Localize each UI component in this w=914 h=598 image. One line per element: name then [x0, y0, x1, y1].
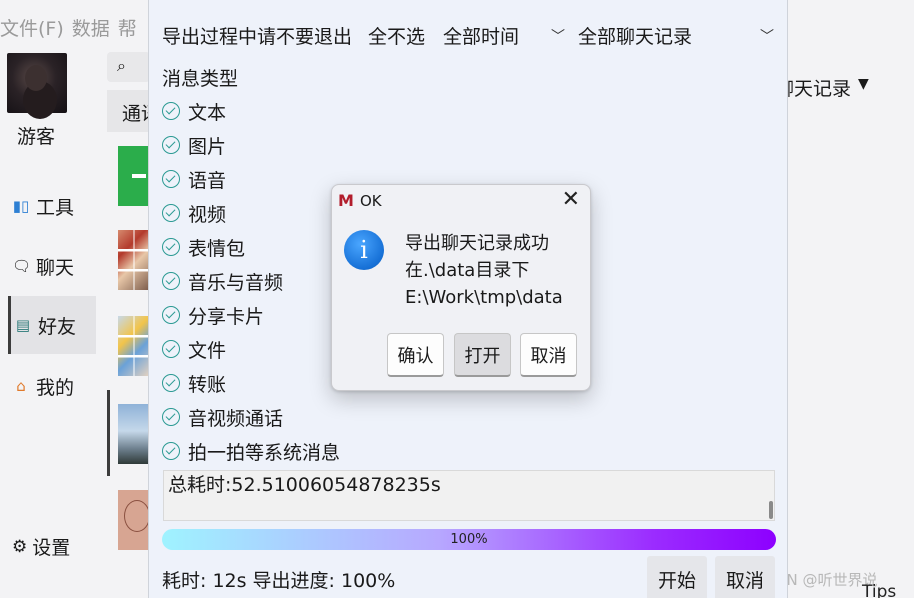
export-options-row: 导出过程中请不要退出 全不选 全部时间 ﹀ 全部聊天记录 ﹀	[162, 22, 774, 49]
type-checkbox-system[interactable]: 拍一拍等系统消息	[162, 434, 340, 468]
cancel-button[interactable]: 取消	[715, 556, 775, 598]
footer-status: 耗时: 12s 导出进度: 100%	[162, 570, 396, 592]
type-label: 图片	[188, 135, 227, 158]
sidebar-item-label: 我的	[36, 376, 75, 399]
sidebar-item-contacts[interactable]: ▤ 好友	[8, 296, 96, 354]
message-line: 导出聊天记录成功	[405, 233, 549, 254]
message-box-titlebar[interactable]: M OK ✕	[332, 185, 590, 217]
contact-avatar[interactable]	[118, 146, 150, 206]
ok-message-box: M OK ✕ i 导出聊天记录成功 在.\data目录下 E:\Work\tmp…	[331, 184, 591, 391]
avatar[interactable]	[7, 53, 67, 113]
contact-avatar[interactable]	[118, 404, 150, 464]
confirm-button[interactable]: 确认	[387, 333, 444, 377]
tools-icon: ▮▯	[12, 197, 30, 215]
type-checkbox-share-card[interactable]: 分享卡片	[162, 298, 340, 332]
type-checkbox-voice[interactable]: 语音	[162, 162, 340, 196]
type-checkbox-sticker[interactable]: 表情包	[162, 230, 340, 264]
check-icon	[162, 204, 180, 222]
sidebar: 游客 ▮▯ 工具 🗨 聊天 ▤ 好友 ⌂ 我的 ⚙ 设置	[0, 0, 100, 598]
check-icon	[162, 374, 180, 392]
check-icon	[162, 136, 180, 154]
type-label: 转账	[188, 373, 227, 396]
sidebar-item-mine[interactable]: ⌂ 我的	[8, 359, 96, 413]
tips-label: Tips	[862, 582, 897, 598]
scrollbar[interactable]	[769, 501, 773, 519]
chevron-down-icon: ﹀	[551, 28, 566, 45]
contact-avatar[interactable]	[118, 230, 150, 290]
sidebar-item-settings[interactable]: ⚙ 设置	[12, 533, 70, 560]
sidebar-item-tools[interactable]: ▮▯ 工具	[8, 179, 96, 233]
tab-contacts-label: 通讯录	[122, 103, 150, 125]
log-text: 总耗时:52.51006054878235s	[168, 474, 441, 496]
username: 游客	[17, 126, 56, 148]
contact-avatar[interactable]	[118, 490, 150, 550]
chevron-down-icon[interactable]: ▼	[858, 76, 869, 92]
home-icon: ⌂	[16, 377, 26, 395]
type-label: 表情包	[188, 237, 246, 260]
info-icon: i	[344, 230, 384, 270]
contact-list-pane: ⌕ 通讯录	[100, 0, 150, 598]
type-label: 语音	[188, 169, 227, 192]
tab-contacts[interactable]: 通讯录	[107, 90, 150, 132]
time-range-select[interactable]: 全部时间 ﹀	[443, 22, 565, 49]
chat-icon: 🗨	[12, 257, 32, 275]
open-button[interactable]: 打开	[454, 333, 511, 377]
close-icon[interactable]: ✕	[562, 187, 580, 212]
type-checkbox-file[interactable]: 文件	[162, 332, 340, 366]
type-checkbox-image[interactable]: 图片	[162, 128, 340, 162]
search-icon: ⌕	[117, 56, 126, 75]
message-box-title: OK	[360, 192, 382, 210]
deselect-all-button[interactable]: 全不选	[368, 22, 425, 49]
search-input[interactable]: ⌕	[107, 52, 150, 82]
time-range-value: 全部时间	[443, 26, 520, 48]
selection-indicator	[107, 390, 110, 476]
type-label: 文件	[188, 339, 227, 362]
type-label: 视频	[188, 203, 227, 226]
type-label: 分享卡片	[188, 305, 265, 328]
settings-label: 设置	[32, 537, 71, 559]
type-label: 文本	[188, 101, 227, 124]
type-checkbox-av-call[interactable]: 音视频通话	[162, 400, 340, 434]
chevron-down-icon: ﹀	[760, 28, 774, 45]
type-checkbox-music[interactable]: 音乐与音频	[162, 264, 340, 298]
cancel-button[interactable]: 取消	[520, 333, 577, 377]
check-icon	[162, 170, 180, 188]
sidebar-item-label: 工具	[36, 196, 75, 219]
type-checkbox-transfer[interactable]: 转账	[162, 366, 340, 400]
type-checkbox-video[interactable]: 视频	[162, 196, 340, 230]
type-label: 拍一拍等系统消息	[188, 441, 341, 464]
sidebar-item-label: 好友	[38, 315, 77, 338]
gear-icon: ⚙	[12, 536, 28, 557]
check-icon	[162, 102, 180, 120]
app-logo-icon: M	[338, 191, 354, 210]
check-icon	[162, 442, 180, 460]
check-icon	[162, 306, 180, 324]
message-line: E:\Work\tmp\data	[405, 287, 563, 308]
progress-label: 100%	[450, 532, 488, 547]
sidebar-item-chat[interactable]: 🗨 聊天	[8, 239, 96, 293]
type-checkbox-text[interactable]: 文本	[162, 94, 340, 128]
message-types-title: 消息类型	[162, 68, 239, 90]
contacts-icon: ▤	[15, 316, 31, 334]
check-icon	[162, 272, 180, 290]
check-icon	[162, 340, 180, 358]
check-icon	[162, 408, 180, 426]
log-output[interactable]: 总耗时:52.51006054878235s	[163, 470, 775, 521]
message-line: 在.\data目录下	[405, 260, 530, 281]
type-label: 音乐与音频	[188, 271, 284, 294]
progress-bar: 100%	[162, 529, 776, 550]
sidebar-item-label: 聊天	[36, 256, 75, 279]
record-range-value: 全部聊天记录	[578, 26, 693, 48]
contact-avatar[interactable]	[118, 316, 150, 376]
start-button[interactable]: 开始	[647, 556, 707, 598]
check-icon	[162, 238, 180, 256]
message-text: 导出聊天记录成功 在.\data目录下 E:\Work\tmp\data	[405, 230, 563, 311]
record-range-select[interactable]: 全部聊天记录 ﹀	[578, 22, 774, 49]
message-type-list: 文本 图片 语音 视频 表情包 音乐与音频 分享卡片 文件 转账 音视频通话 拍…	[162, 94, 340, 468]
type-label: 音视频通话	[188, 407, 284, 430]
export-status-text: 导出过程中请不要退出	[162, 26, 353, 48]
